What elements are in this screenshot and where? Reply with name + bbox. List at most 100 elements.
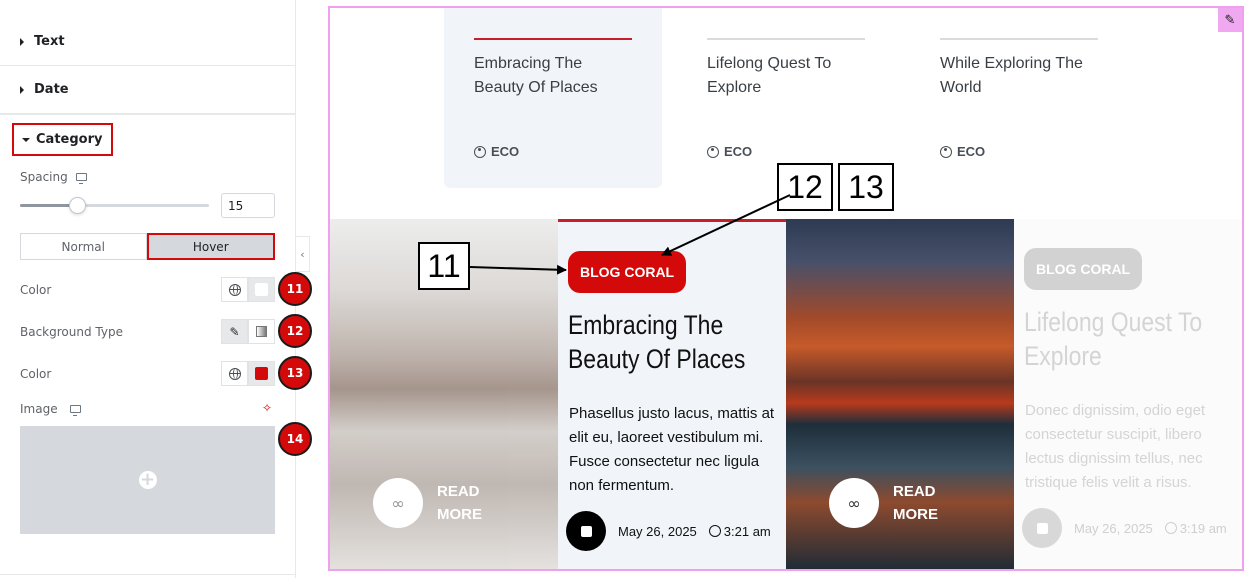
classic-background-button[interactable]: ✎ [221, 319, 248, 344]
calendar-glyph [1036, 522, 1048, 534]
tab-normal[interactable]: Normal [20, 233, 147, 260]
calendar-glyph [580, 525, 592, 537]
read-more-link[interactable]: ∞ READ MORE [829, 478, 943, 528]
card-text: Phasellus justo lacus, mattis at elit eu… [569, 405, 775, 494]
category-badge[interactable]: BLOG CORAL [1024, 248, 1143, 290]
globe-icon [228, 367, 241, 380]
nav-card-line [474, 38, 632, 40]
caret-right-icon [20, 37, 24, 46]
spacing-slider-thumb[interactable] [68, 197, 86, 214]
annotation-11: 11 [418, 242, 470, 290]
calendar-icon [1022, 508, 1062, 548]
read-more-label: READ MORE [437, 483, 482, 523]
nav-card-meta: ECO [707, 144, 752, 159]
card-text: Donec dignissim, odio eget consectetur s… [1025, 402, 1206, 491]
card-date: May 26, 2025 [618, 523, 697, 539]
read-more-link[interactable]: ∞ READ MORE [373, 478, 487, 528]
bg-color-swatch [255, 367, 268, 380]
nav-card-title: While Exploring The World [940, 55, 1083, 96]
color-control [221, 277, 275, 302]
calendar-icon [566, 511, 606, 551]
category-badge[interactable]: BLOG CORAL [568, 251, 687, 293]
background-type-control: ✎ [221, 319, 275, 344]
nav-card-3[interactable]: While Exploring The World ECO [910, 8, 1128, 188]
section-date[interactable]: Date [0, 66, 295, 114]
link-icon: ∞ [373, 478, 423, 528]
nav-card-1[interactable]: Embracing The Beauty Of Places ECO [444, 8, 662, 188]
user-icon [707, 145, 719, 158]
bg-color-picker-button[interactable] [248, 361, 275, 386]
color-label: Color [20, 283, 52, 297]
caret-down-icon [22, 137, 30, 142]
divider [0, 114, 295, 115]
bg-color-label: Color [20, 367, 52, 381]
card-time: 3:21 am [723, 523, 771, 539]
nav-card-meta: ECO [474, 144, 519, 159]
spacing-slider[interactable] [20, 197, 209, 214]
read-more-label: READ MORE [893, 483, 938, 523]
card-time: 3:19 am [1179, 520, 1227, 536]
color-picker-button[interactable] [248, 277, 275, 302]
annotation-13: 13 [838, 163, 894, 211]
gradient-background-button[interactable] [248, 319, 275, 344]
edit-widget-button[interactable]: ✎ [1218, 8, 1242, 32]
section-text-label: Text [34, 34, 65, 49]
callout-badge-12: 12 [278, 314, 312, 348]
spacing-label: Spacing [20, 170, 68, 184]
image-placeholder[interactable]: + [20, 426, 275, 534]
slide-card-active[interactable]: BLOG CORAL Embracing The Beauty Of Place… [558, 219, 786, 569]
nav-card-title: Lifelong Quest To Explore [707, 55, 832, 96]
plus-icon: + [138, 469, 157, 490]
nav-card-line [707, 38, 865, 40]
user-icon [940, 145, 952, 158]
color-swatch [255, 283, 268, 296]
nav-card-meta-label: ECO [957, 144, 986, 159]
card-title[interactable]: Lifelong Quest To Explore [1024, 305, 1228, 373]
card-title[interactable]: Embracing The Beauty Of Places [568, 308, 772, 376]
section-category-label: Category [36, 132, 103, 147]
global-color-button[interactable] [221, 361, 248, 386]
link-icon: ∞ [829, 478, 879, 528]
spacing-input[interactable]: 15 [221, 193, 275, 218]
global-color-button[interactable] [221, 277, 248, 302]
chevron-left-icon: ‹ [300, 247, 305, 261]
card-date-row: May 26, 2025 3:19 am [1022, 508, 1227, 548]
clock-icon [1164, 522, 1177, 534]
monitor-icon[interactable] [69, 405, 81, 416]
background-type-label: Background Type [20, 325, 123, 339]
annotation-12: 12 [777, 163, 833, 211]
section-text[interactable]: Text [0, 18, 295, 66]
pencil-icon: ✎ [1224, 12, 1236, 28]
nav-card-line [940, 38, 1098, 40]
spacing-label-row: Spacing [20, 170, 87, 184]
gradient-icon [256, 326, 267, 337]
slide-image-2: ∞ READ MORE [786, 219, 1014, 569]
tab-hover[interactable]: Hover [146, 233, 275, 260]
image-label: Image [20, 402, 58, 416]
card-date-row: May 26, 2025 3:21 am [566, 511, 771, 551]
ai-sparkle-icon[interactable]: ✧ [262, 401, 272, 415]
collapse-panel-button[interactable]: ‹ [296, 236, 310, 272]
clock-icon [708, 525, 721, 537]
image-label-row: Image [20, 402, 81, 416]
card-date: May 26, 2025 [1074, 520, 1153, 536]
slide-card-faded[interactable]: BLOG CORAL Lifelong Quest To Explore Don… [1014, 219, 1242, 569]
nav-card-meta-label: ECO [491, 144, 520, 159]
nav-card-title: Embracing The Beauty Of Places [474, 55, 598, 96]
nav-card-meta: ECO [940, 144, 985, 159]
callout-badge-14: 14 [278, 422, 312, 456]
user-icon [474, 145, 486, 158]
divider [0, 574, 295, 575]
callout-badge-13: 13 [278, 356, 312, 390]
brush-icon: ✎ [229, 324, 240, 339]
section-date-label: Date [34, 82, 69, 97]
monitor-icon[interactable] [75, 173, 87, 184]
bg-color-control [221, 361, 275, 386]
nav-card-meta-label: ECO [724, 144, 753, 159]
callout-badge-11: 11 [278, 272, 312, 306]
state-tabs: Normal Hover [20, 233, 275, 260]
section-category[interactable]: Category [12, 123, 113, 156]
nav-card-2[interactable]: Lifelong Quest To Explore ECO [677, 8, 895, 188]
caret-right-icon [20, 85, 24, 94]
editor-panel: Text Date Category Spacing 15 Normal Hov… [0, 0, 312, 578]
